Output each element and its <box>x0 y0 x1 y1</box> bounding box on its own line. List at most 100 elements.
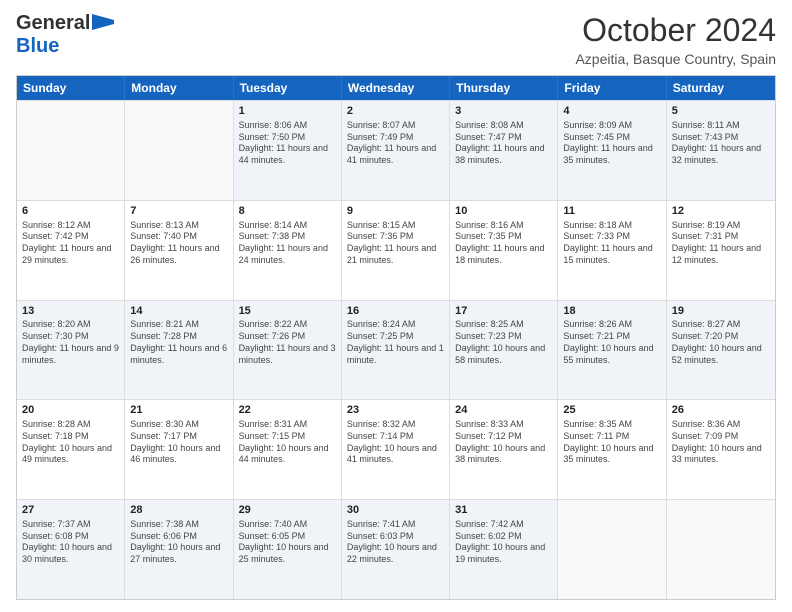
empty-cell <box>125 101 233 200</box>
day-info: Sunrise: 7:38 AM Sunset: 6:06 PM Dayligh… <box>130 519 227 566</box>
calendar-week-3: 13Sunrise: 8:20 AM Sunset: 7:30 PM Dayli… <box>17 300 775 400</box>
day-number: 24 <box>455 403 552 418</box>
day-number: 8 <box>239 204 336 219</box>
day-cell-30: 30Sunrise: 7:41 AM Sunset: 6:03 PM Dayli… <box>342 500 450 599</box>
day-number: 19 <box>672 304 770 319</box>
calendar-week-1: 1Sunrise: 8:06 AM Sunset: 7:50 PM Daylig… <box>17 100 775 200</box>
day-number: 3 <box>455 104 552 119</box>
day-number: 27 <box>22 503 119 518</box>
day-number: 11 <box>563 204 660 219</box>
day-cell-24: 24Sunrise: 8:33 AM Sunset: 7:12 PM Dayli… <box>450 400 558 499</box>
day-info: Sunrise: 7:42 AM Sunset: 6:02 PM Dayligh… <box>455 519 552 566</box>
day-cell-19: 19Sunrise: 8:27 AM Sunset: 7:20 PM Dayli… <box>667 301 775 400</box>
day-number: 9 <box>347 204 444 219</box>
day-cell-5: 5Sunrise: 8:11 AM Sunset: 7:43 PM Daylig… <box>667 101 775 200</box>
day-info: Sunrise: 8:33 AM Sunset: 7:12 PM Dayligh… <box>455 419 552 466</box>
day-info: Sunrise: 8:16 AM Sunset: 7:35 PM Dayligh… <box>455 220 552 267</box>
day-cell-1: 1Sunrise: 8:06 AM Sunset: 7:50 PM Daylig… <box>234 101 342 200</box>
day-header-thursday: Thursday <box>450 76 558 100</box>
day-cell-10: 10Sunrise: 8:16 AM Sunset: 7:35 PM Dayli… <box>450 201 558 300</box>
day-cell-14: 14Sunrise: 8:21 AM Sunset: 7:28 PM Dayli… <box>125 301 233 400</box>
day-number: 26 <box>672 403 770 418</box>
day-info: Sunrise: 8:35 AM Sunset: 7:11 PM Dayligh… <box>563 419 660 466</box>
day-info: Sunrise: 8:14 AM Sunset: 7:38 PM Dayligh… <box>239 220 336 267</box>
logo-general: General <box>16 12 90 35</box>
location: Azpeitia, Basque Country, Spain <box>575 51 776 67</box>
day-cell-16: 16Sunrise: 8:24 AM Sunset: 7:25 PM Dayli… <box>342 301 450 400</box>
day-info: Sunrise: 8:06 AM Sunset: 7:50 PM Dayligh… <box>239 120 336 167</box>
day-number: 21 <box>130 403 227 418</box>
day-number: 17 <box>455 304 552 319</box>
day-number: 6 <box>22 204 119 219</box>
day-info: Sunrise: 8:09 AM Sunset: 7:45 PM Dayligh… <box>563 120 660 167</box>
day-info: Sunrise: 8:22 AM Sunset: 7:26 PM Dayligh… <box>239 319 336 366</box>
day-cell-27: 27Sunrise: 7:37 AM Sunset: 6:08 PM Dayli… <box>17 500 125 599</box>
day-info: Sunrise: 8:19 AM Sunset: 7:31 PM Dayligh… <box>672 220 770 267</box>
day-info: Sunrise: 8:07 AM Sunset: 7:49 PM Dayligh… <box>347 120 444 167</box>
day-info: Sunrise: 8:28 AM Sunset: 7:18 PM Dayligh… <box>22 419 119 466</box>
day-cell-26: 26Sunrise: 8:36 AM Sunset: 7:09 PM Dayli… <box>667 400 775 499</box>
day-number: 12 <box>672 204 770 219</box>
day-info: Sunrise: 7:41 AM Sunset: 6:03 PM Dayligh… <box>347 519 444 566</box>
day-info: Sunrise: 8:31 AM Sunset: 7:15 PM Dayligh… <box>239 419 336 466</box>
day-number: 10 <box>455 204 552 219</box>
day-info: Sunrise: 8:11 AM Sunset: 7:43 PM Dayligh… <box>672 120 770 167</box>
day-cell-21: 21Sunrise: 8:30 AM Sunset: 7:17 PM Dayli… <box>125 400 233 499</box>
day-cell-29: 29Sunrise: 7:40 AM Sunset: 6:05 PM Dayli… <box>234 500 342 599</box>
day-cell-7: 7Sunrise: 8:13 AM Sunset: 7:40 PM Daylig… <box>125 201 233 300</box>
calendar: SundayMondayTuesdayWednesdayThursdayFrid… <box>16 75 776 600</box>
page: General Blue October 2024 Azpeitia, Basq… <box>0 0 792 612</box>
day-info: Sunrise: 8:13 AM Sunset: 7:40 PM Dayligh… <box>130 220 227 267</box>
day-number: 25 <box>563 403 660 418</box>
day-info: Sunrise: 8:36 AM Sunset: 7:09 PM Dayligh… <box>672 419 770 466</box>
day-cell-17: 17Sunrise: 8:25 AM Sunset: 7:23 PM Dayli… <box>450 301 558 400</box>
day-header-saturday: Saturday <box>667 76 775 100</box>
day-number: 14 <box>130 304 227 319</box>
day-number: 30 <box>347 503 444 518</box>
day-cell-23: 23Sunrise: 8:32 AM Sunset: 7:14 PM Dayli… <box>342 400 450 499</box>
month-title: October 2024 <box>575 12 776 49</box>
day-number: 18 <box>563 304 660 319</box>
day-header-tuesday: Tuesday <box>234 76 342 100</box>
day-number: 20 <box>22 403 119 418</box>
day-header-monday: Monday <box>125 76 233 100</box>
day-number: 2 <box>347 104 444 119</box>
day-cell-11: 11Sunrise: 8:18 AM Sunset: 7:33 PM Dayli… <box>558 201 666 300</box>
day-cell-13: 13Sunrise: 8:20 AM Sunset: 7:30 PM Dayli… <box>17 301 125 400</box>
day-info: Sunrise: 8:18 AM Sunset: 7:33 PM Dayligh… <box>563 220 660 267</box>
day-number: 4 <box>563 104 660 119</box>
day-cell-18: 18Sunrise: 8:26 AM Sunset: 7:21 PM Dayli… <box>558 301 666 400</box>
day-info: Sunrise: 8:30 AM Sunset: 7:17 PM Dayligh… <box>130 419 227 466</box>
calendar-week-4: 20Sunrise: 8:28 AM Sunset: 7:18 PM Dayli… <box>17 399 775 499</box>
day-cell-20: 20Sunrise: 8:28 AM Sunset: 7:18 PM Dayli… <box>17 400 125 499</box>
header: General Blue October 2024 Azpeitia, Basq… <box>16 12 776 67</box>
day-number: 1 <box>239 104 336 119</box>
day-cell-28: 28Sunrise: 7:38 AM Sunset: 6:06 PM Dayli… <box>125 500 233 599</box>
day-info: Sunrise: 8:12 AM Sunset: 7:42 PM Dayligh… <box>22 220 119 267</box>
day-cell-8: 8Sunrise: 8:14 AM Sunset: 7:38 PM Daylig… <box>234 201 342 300</box>
day-number: 7 <box>130 204 227 219</box>
day-cell-4: 4Sunrise: 8:09 AM Sunset: 7:45 PM Daylig… <box>558 101 666 200</box>
day-number: 5 <box>672 104 770 119</box>
day-cell-25: 25Sunrise: 8:35 AM Sunset: 7:11 PM Dayli… <box>558 400 666 499</box>
logo: General Blue <box>16 12 114 58</box>
day-cell-12: 12Sunrise: 8:19 AM Sunset: 7:31 PM Dayli… <box>667 201 775 300</box>
day-info: Sunrise: 7:40 AM Sunset: 6:05 PM Dayligh… <box>239 519 336 566</box>
day-number: 22 <box>239 403 336 418</box>
day-number: 15 <box>239 304 336 319</box>
day-cell-2: 2Sunrise: 8:07 AM Sunset: 7:49 PM Daylig… <box>342 101 450 200</box>
day-cell-9: 9Sunrise: 8:15 AM Sunset: 7:36 PM Daylig… <box>342 201 450 300</box>
calendar-body: 1Sunrise: 8:06 AM Sunset: 7:50 PM Daylig… <box>17 100 775 599</box>
day-info: Sunrise: 8:08 AM Sunset: 7:47 PM Dayligh… <box>455 120 552 167</box>
empty-cell <box>667 500 775 599</box>
title-block: October 2024 Azpeitia, Basque Country, S… <box>575 12 776 67</box>
day-number: 16 <box>347 304 444 319</box>
day-info: Sunrise: 8:27 AM Sunset: 7:20 PM Dayligh… <box>672 319 770 366</box>
calendar-header: SundayMondayTuesdayWednesdayThursdayFrid… <box>17 76 775 100</box>
empty-cell <box>17 101 125 200</box>
day-number: 29 <box>239 503 336 518</box>
day-header-friday: Friday <box>558 76 666 100</box>
calendar-week-5: 27Sunrise: 7:37 AM Sunset: 6:08 PM Dayli… <box>17 499 775 599</box>
day-cell-15: 15Sunrise: 8:22 AM Sunset: 7:26 PM Dayli… <box>234 301 342 400</box>
day-header-sunday: Sunday <box>17 76 125 100</box>
